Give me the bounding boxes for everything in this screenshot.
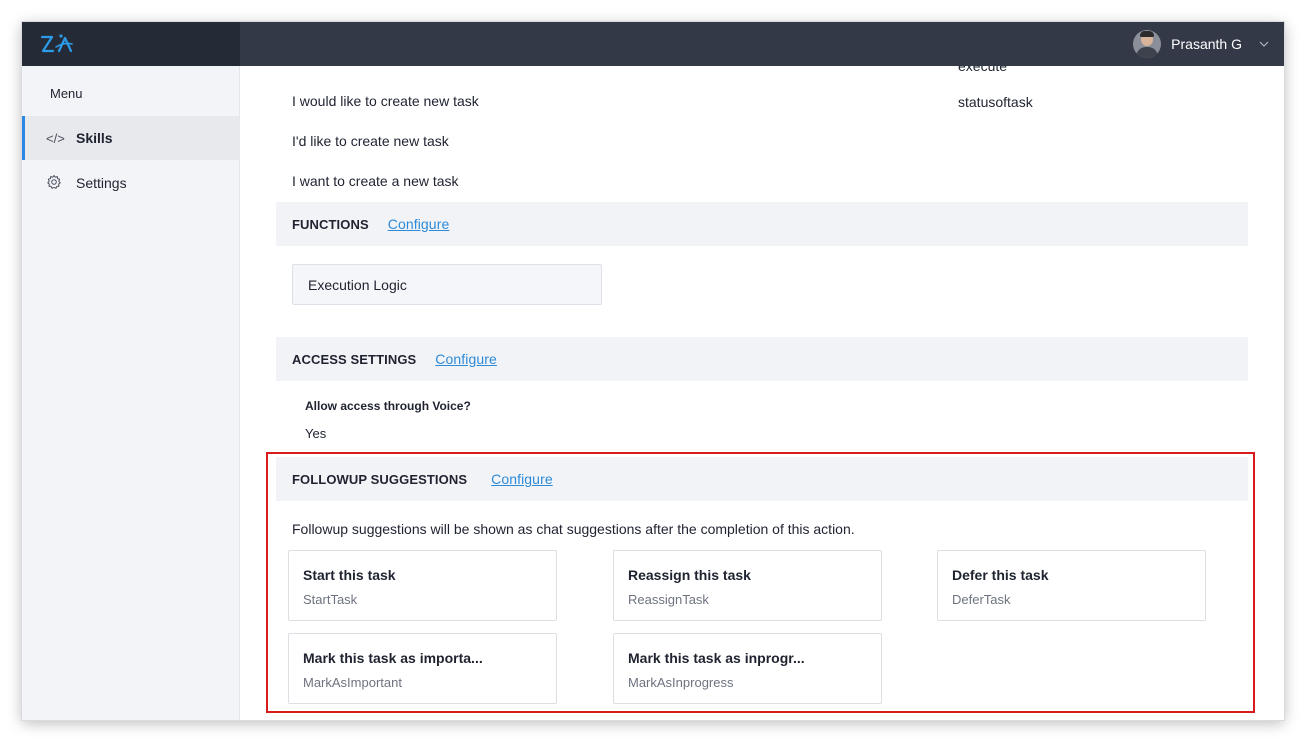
access-settings-section-header: ACCESS SETTINGS Configure [276,337,1248,381]
voice-access-value: Yes [305,426,327,441]
highlight-box [266,452,1255,713]
gear-icon [46,174,68,193]
status-of-task-text: statusoftask [958,94,1033,110]
user-name[interactable]: Prasanth G [1171,36,1242,52]
section-title: FUNCTIONS [292,216,369,232]
sidebar-item-skills[interactable]: </> Skills [22,116,240,160]
user-menu[interactable]: Prasanth G [1133,22,1270,66]
sidebar-item-settings[interactable]: Settings [22,161,240,205]
avatar[interactable] [1133,30,1162,58]
logo-area [22,22,240,66]
access-settings-configure-link[interactable]: Configure [435,351,497,367]
sidebar-item-label: Settings [76,175,127,191]
chevron-down-icon[interactable] [1258,38,1270,50]
execution-logic-button[interactable]: Execution Logic [292,264,602,305]
cut-off-text: execute [958,66,1008,74]
utterance-item: I'd like to create new task [292,133,449,149]
functions-configure-link[interactable]: Configure [388,216,450,232]
section-title: ACCESS SETTINGS [292,351,417,367]
code-icon: </> [46,130,65,146]
sidebar: Menu </> Skills Settings [22,66,240,720]
sidebar-item-label: Skills [76,130,113,146]
utterance-item: I would like to create new task [292,93,479,109]
voice-access-label: Allow access through Voice? [305,399,471,413]
zia-logo[interactable] [40,32,74,56]
menu-label: Menu [50,86,83,101]
utterance-item: I want to create a new task [292,173,459,189]
top-bar: Prasanth G [22,22,1284,66]
functions-section-header: FUNCTIONS Configure [276,202,1248,246]
